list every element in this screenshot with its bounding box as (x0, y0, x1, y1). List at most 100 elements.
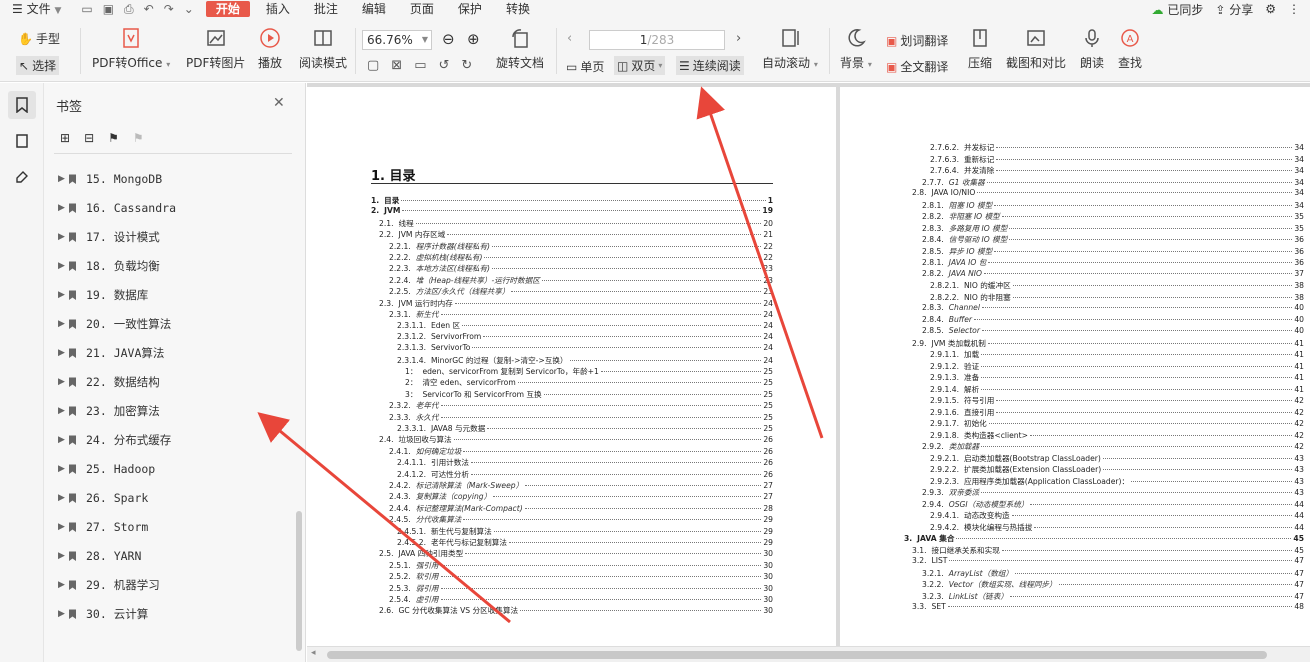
bookmark-item[interactable]: ▶ 16. Cassandra (58, 198, 176, 218)
toc-entry[interactable]: 2.3.3. 永久代 25 (389, 412, 773, 423)
toc-entry[interactable]: 2.3.1. 新生代 24 (389, 309, 773, 320)
toc-entry[interactable]: 2.8. JAVA IO/NIO 34 (912, 188, 1304, 199)
toc-entry[interactable]: 2.4.1. 如何确定垃圾 26 (389, 446, 773, 457)
zoom-select[interactable]: 66.76% ▼ (362, 30, 432, 50)
pdf-to-office-button[interactable]: PDF转Office ▾ (92, 18, 170, 71)
bookmark-item[interactable]: ▶ 15. MongoDB (58, 169, 162, 189)
bookmark-item[interactable]: ▶ 24. 分布式缓存 (58, 430, 171, 450)
toc-entry[interactable]: 2.3.2. 老年代 25 (389, 400, 773, 411)
compress-button[interactable]: 压缩 (968, 18, 992, 71)
tab-start[interactable]: 开始 (205, 1, 250, 17)
undo-icon[interactable]: ↶ (144, 2, 154, 16)
toc-entry[interactable]: 2.4.3. 复制算法（copying） 27 (389, 491, 773, 502)
toc-entry[interactable]: 2.2.4. 堆（Heap-线程共享）-运行时数据区 23 (389, 275, 773, 286)
toc-entry[interactable]: 2.3. JVM 运行时内存 24 (379, 298, 773, 309)
toc-entry[interactable]: 3.3. SET 48 (912, 602, 1304, 613)
expand-arrow-icon[interactable]: ▶ (58, 232, 68, 242)
bookmark-item[interactable]: ▶ 20. 一致性算法 (58, 314, 171, 334)
toc-entry[interactable]: 3.2.3. LinkList（链表） 47 (922, 591, 1304, 602)
toc-entry[interactable]: 3.1. 接口继承关系和实现 45 (912, 545, 1304, 556)
expand-arrow-icon[interactable]: ▶ (58, 493, 68, 503)
toc-entry[interactable]: 2.9.1.5. 符号引用 42 (930, 395, 1304, 406)
toc-entry[interactable]: 3. JAVA 集合 45 (904, 533, 1304, 544)
toc-entry[interactable]: 2.5.1. 强引用 30 (389, 560, 773, 571)
toc-entry[interactable]: 2.3.1.2. ServivorFrom 24 (397, 332, 773, 343)
toc-entry[interactable]: 2. JVM 19 (371, 206, 773, 217)
toc-entry[interactable]: 2.4.1.1. 引用计数法 26 (397, 457, 773, 468)
bookmark-item[interactable]: ▶ 17. 设计模式 (58, 227, 160, 247)
annotation-panel-icon[interactable] (8, 163, 36, 191)
expand-arrow-icon[interactable]: ▶ (58, 348, 68, 358)
panel-scrollbar[interactable] (296, 511, 302, 651)
toc-entry[interactable]: 2.4.2. 标记清除算法（Mark-Sweep） 27 (389, 480, 773, 491)
toc-entry[interactable]: 2.3.1.4. MinorGC 的过程（复制->清空->互换） 24 (397, 355, 773, 366)
toc-entry[interactable]: 2： 清空 eden、servicorFrom 25 (405, 377, 773, 388)
toc-entry[interactable]: 3： ServicorTo 和 ServicorFrom 互换 25 (405, 389, 773, 400)
settings-gear-icon[interactable]: ⚙ (1265, 2, 1276, 16)
double-page-button[interactable]: ◫ 双页 ▾ (614, 56, 666, 75)
share-button[interactable]: ⇪ 分享 (1215, 1, 1253, 18)
toc-entry[interactable]: 2.9.2.3. 应用程序类加载器(Application ClassLoader… (930, 476, 1304, 487)
expand-arrow-icon[interactable]: ▶ (58, 609, 68, 619)
rotate-document-button[interactable]: 旋转文档 (496, 18, 544, 71)
scroll-left-icon[interactable]: ◂ (311, 648, 316, 658)
toc-entry[interactable]: 2.9. JVM 类加载机制 41 (912, 338, 1304, 349)
toc-entry[interactable]: 2.3.3.1. JAVA8 与元数据 25 (397, 423, 773, 434)
screenshot-compare-button[interactable]: 截图和对比 (1006, 18, 1066, 71)
toc-entry[interactable]: 2.5. JAVA 四种引用类型 30 (379, 548, 773, 559)
bookmark-item[interactable]: ▶ 18. 负载均衡 (58, 256, 160, 276)
toc-entry[interactable]: 2.8.1. JAVA IO 包 36 (922, 257, 1304, 268)
expand-arrow-icon[interactable]: ▶ (58, 261, 68, 271)
expand-arrow-icon[interactable]: ▶ (58, 464, 68, 474)
toc-entry[interactable]: 2.5.4. 虚引用 30 (389, 594, 773, 605)
scrollbar-thumb[interactable] (327, 651, 1267, 659)
toc-entry[interactable]: 2.9.2.1. 启动类加载器(Bootstrap ClassLoader) 43 (930, 453, 1304, 464)
zoom-in-icon[interactable]: ⊕ (467, 30, 480, 48)
fit-width-icon[interactable]: ▭ (414, 58, 426, 73)
actual-size-icon[interactable]: ▢ (367, 58, 379, 73)
expand-arrow-icon[interactable]: ▶ (58, 406, 68, 416)
more-dots-icon[interactable]: ⋮ (1288, 2, 1300, 16)
expand-arrow-icon[interactable]: ▶ (58, 377, 68, 387)
add-bookmark-icon[interactable]: ⚑ (108, 131, 119, 145)
toc-entry[interactable]: 2.9.4.1. 动态改变构造 44 (930, 510, 1304, 521)
expand-arrow-icon[interactable]: ▶ (58, 551, 68, 561)
toc-entry[interactable]: 2.8.3. 多路复用 IO 模型 35 (922, 223, 1304, 234)
toc-entry[interactable]: 2.9.2. 类加载器 42 (922, 441, 1304, 452)
expand-all-icon[interactable]: ⊞ (60, 131, 70, 145)
toc-entry[interactable]: 2.2. JVM 内存区域 21 (379, 229, 773, 240)
toc-entry[interactable]: 2.9.2.2. 扩展类加载器(Extension ClassLoader) 43 (930, 464, 1304, 475)
toc-entry[interactable]: 2.4.1.2. 可达性分析 26 (397, 469, 773, 480)
rotate-right-icon[interactable]: ↻ (461, 58, 472, 73)
toc-entry[interactable]: 2.2.5. 方法区/永久代（线程共享） 23 (389, 286, 773, 297)
tab-edit[interactable]: 编辑 (350, 0, 398, 18)
open-folder-icon[interactable]: ▭ (81, 2, 92, 16)
pdf-to-image-button[interactable]: PDF转图片 (186, 18, 245, 71)
toc-entry[interactable]: 2.7.7. G1 收集器 34 (922, 177, 1304, 188)
expand-arrow-icon[interactable]: ▶ (58, 435, 68, 445)
bookmark-item[interactable]: ▶ 23. 加密算法 (58, 401, 160, 421)
toc-entry[interactable]: 2.9.1.1. 加载 41 (930, 349, 1304, 360)
toc-entry[interactable]: 2.9.1.2. 验证 41 (930, 361, 1304, 372)
bookmark-item[interactable]: ▶ 26. Spark (58, 488, 148, 508)
toc-entry[interactable]: 2.8.4. 信号驱动 IO 模型 36 (922, 234, 1304, 245)
expand-arrow-icon[interactable]: ▶ (58, 174, 68, 184)
bookmark-item[interactable]: ▶ 28. YARN (58, 546, 141, 566)
sync-status[interactable]: ☁ 已同步 (1151, 1, 1203, 18)
toc-entry[interactable]: 2.9.4.2. 模块化编程与热插拔 44 (930, 522, 1304, 533)
toc-entry[interactable]: 2.3.1.3. ServivorTo 24 (397, 343, 773, 354)
toc-entry[interactable]: 2.8.2. JAVA NIO 37 (922, 269, 1304, 280)
horizontal-scrollbar[interactable]: ◂ (307, 646, 1310, 662)
bookmark-item[interactable]: ▶ 22. 数据结构 (58, 372, 160, 392)
toc-entry[interactable]: 2.9.3. 双亲委派 43 (922, 487, 1304, 498)
more-icon[interactable]: ⌄ (184, 2, 194, 16)
delete-bookmark-icon[interactable]: ⚑ (133, 131, 144, 145)
expand-arrow-icon[interactable]: ▶ (58, 203, 68, 213)
toc-entry[interactable]: 2.8.2.2. NIO 的非阻塞 38 (930, 292, 1304, 303)
close-icon[interactable]: ✕ (273, 95, 285, 111)
bookmark-panel-icon[interactable] (7, 91, 36, 119)
next-page-icon[interactable]: › (736, 31, 741, 46)
document-viewport[interactable]: 1. 目录 1. 目录 1 2. JVM 19 2.1. 线程 20 2.2. JVM 内存区域 21… (307, 83, 1310, 646)
toc-entry[interactable]: 2.8.5. Selector 40 (922, 326, 1304, 337)
translate-all-button[interactable]: ▣ 全文翻译 (886, 58, 948, 75)
